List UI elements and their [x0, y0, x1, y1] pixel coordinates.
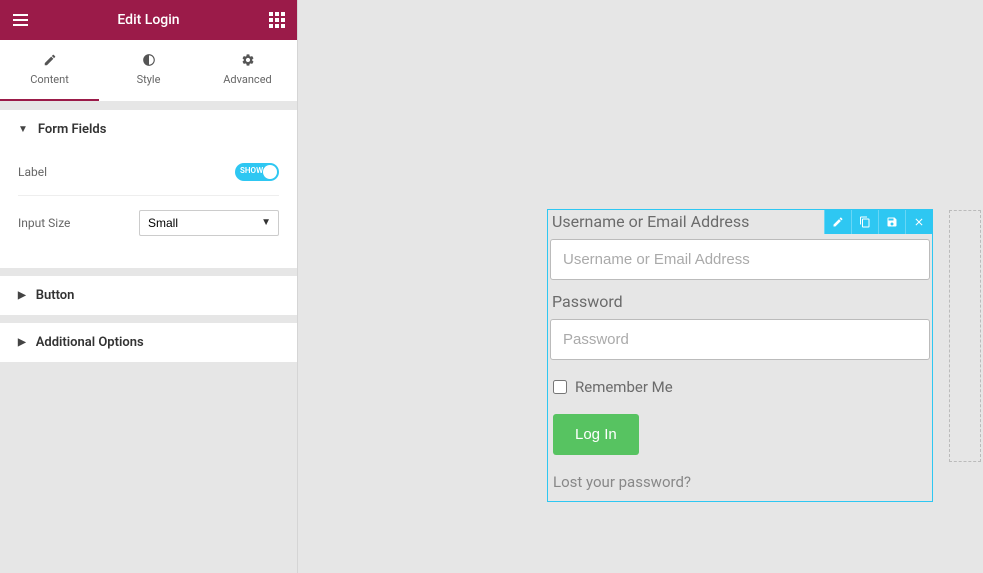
password-input[interactable] [550, 319, 930, 360]
grid-icon [269, 12, 285, 28]
widget-duplicate-button[interactable] [851, 210, 878, 234]
control-label: Label SHOW [18, 149, 279, 196]
canvas: Username or Email Address Password Remem… [298, 0, 983, 573]
password-label: Password [548, 288, 932, 319]
remember-checkbox-row[interactable]: Remember Me [548, 368, 932, 406]
input-size-select[interactable]: Small [139, 210, 279, 236]
tab-style[interactable]: Style [99, 40, 198, 101]
hamburger-icon [13, 14, 28, 26]
caret-right-icon: ▶ [18, 290, 26, 301]
input-size-select-wrap: Small ▼ [139, 210, 279, 236]
caret-right-icon: ▶ [18, 337, 26, 348]
tabs: Content Style Advanced [0, 40, 297, 102]
tab-style-label: Style [137, 73, 161, 86]
control-input-size-name: Input Size [18, 216, 70, 230]
login-button[interactable]: Log In [553, 414, 639, 455]
widget-edit-button[interactable] [824, 210, 851, 234]
section-button-header[interactable]: ▶ Button [0, 276, 297, 315]
tab-content[interactable]: Content [0, 40, 99, 101]
menu-button[interactable] [0, 0, 40, 40]
section-additional-options: ▶ Additional Options [0, 323, 297, 362]
remember-label: Remember Me [575, 378, 673, 396]
tab-content-label: Content [30, 73, 69, 86]
lost-password-link[interactable]: Lost your password? [548, 463, 932, 501]
username-input[interactable] [550, 239, 930, 280]
gear-icon [241, 53, 255, 67]
toggle-knob [263, 165, 277, 179]
save-icon [886, 216, 898, 228]
widget-save-button[interactable] [878, 210, 905, 234]
empty-column-placeholder[interactable] [949, 210, 981, 462]
sidebar: Edit Login Content Style Advanced ▼ Form… [0, 0, 298, 573]
widget-toolbar [824, 210, 932, 234]
section-form-fields-header[interactable]: ▼ Form Fields [0, 110, 297, 149]
label-toggle[interactable]: SHOW [235, 163, 279, 181]
section-form-fields: ▼ Form Fields Label SHOW Input Size Smal… [0, 110, 297, 268]
section-button-title: Button [36, 288, 75, 303]
panel-title: Edit Login [117, 12, 179, 28]
pencil-icon [832, 216, 844, 228]
caret-down-icon: ▼ [18, 124, 28, 135]
section-form-fields-title: Form Fields [38, 122, 106, 137]
control-input-size: Input Size Small ▼ [18, 196, 279, 250]
login-form: Username or Email Address Password Remem… [548, 210, 932, 501]
section-additional-options-title: Additional Options [36, 335, 144, 350]
tab-advanced[interactable]: Advanced [198, 40, 297, 101]
login-widget[interactable]: Username or Email Address Password Remem… [547, 209, 933, 502]
panel-header: Edit Login [0, 0, 297, 40]
toggle-text: SHOW [240, 166, 263, 175]
contrast-icon [142, 53, 156, 67]
section-button: ▶ Button [0, 276, 297, 315]
duplicate-icon [859, 216, 871, 228]
section-form-fields-body: Label SHOW Input Size Small ▼ [0, 149, 297, 268]
tab-advanced-label: Advanced [223, 73, 271, 86]
apps-button[interactable] [257, 0, 297, 40]
section-additional-options-header[interactable]: ▶ Additional Options [0, 323, 297, 362]
pencil-icon [43, 53, 57, 67]
widget-delete-button[interactable] [905, 210, 932, 234]
remember-checkbox[interactable] [553, 380, 567, 394]
control-label-name: Label [18, 165, 47, 179]
close-icon [913, 216, 925, 228]
